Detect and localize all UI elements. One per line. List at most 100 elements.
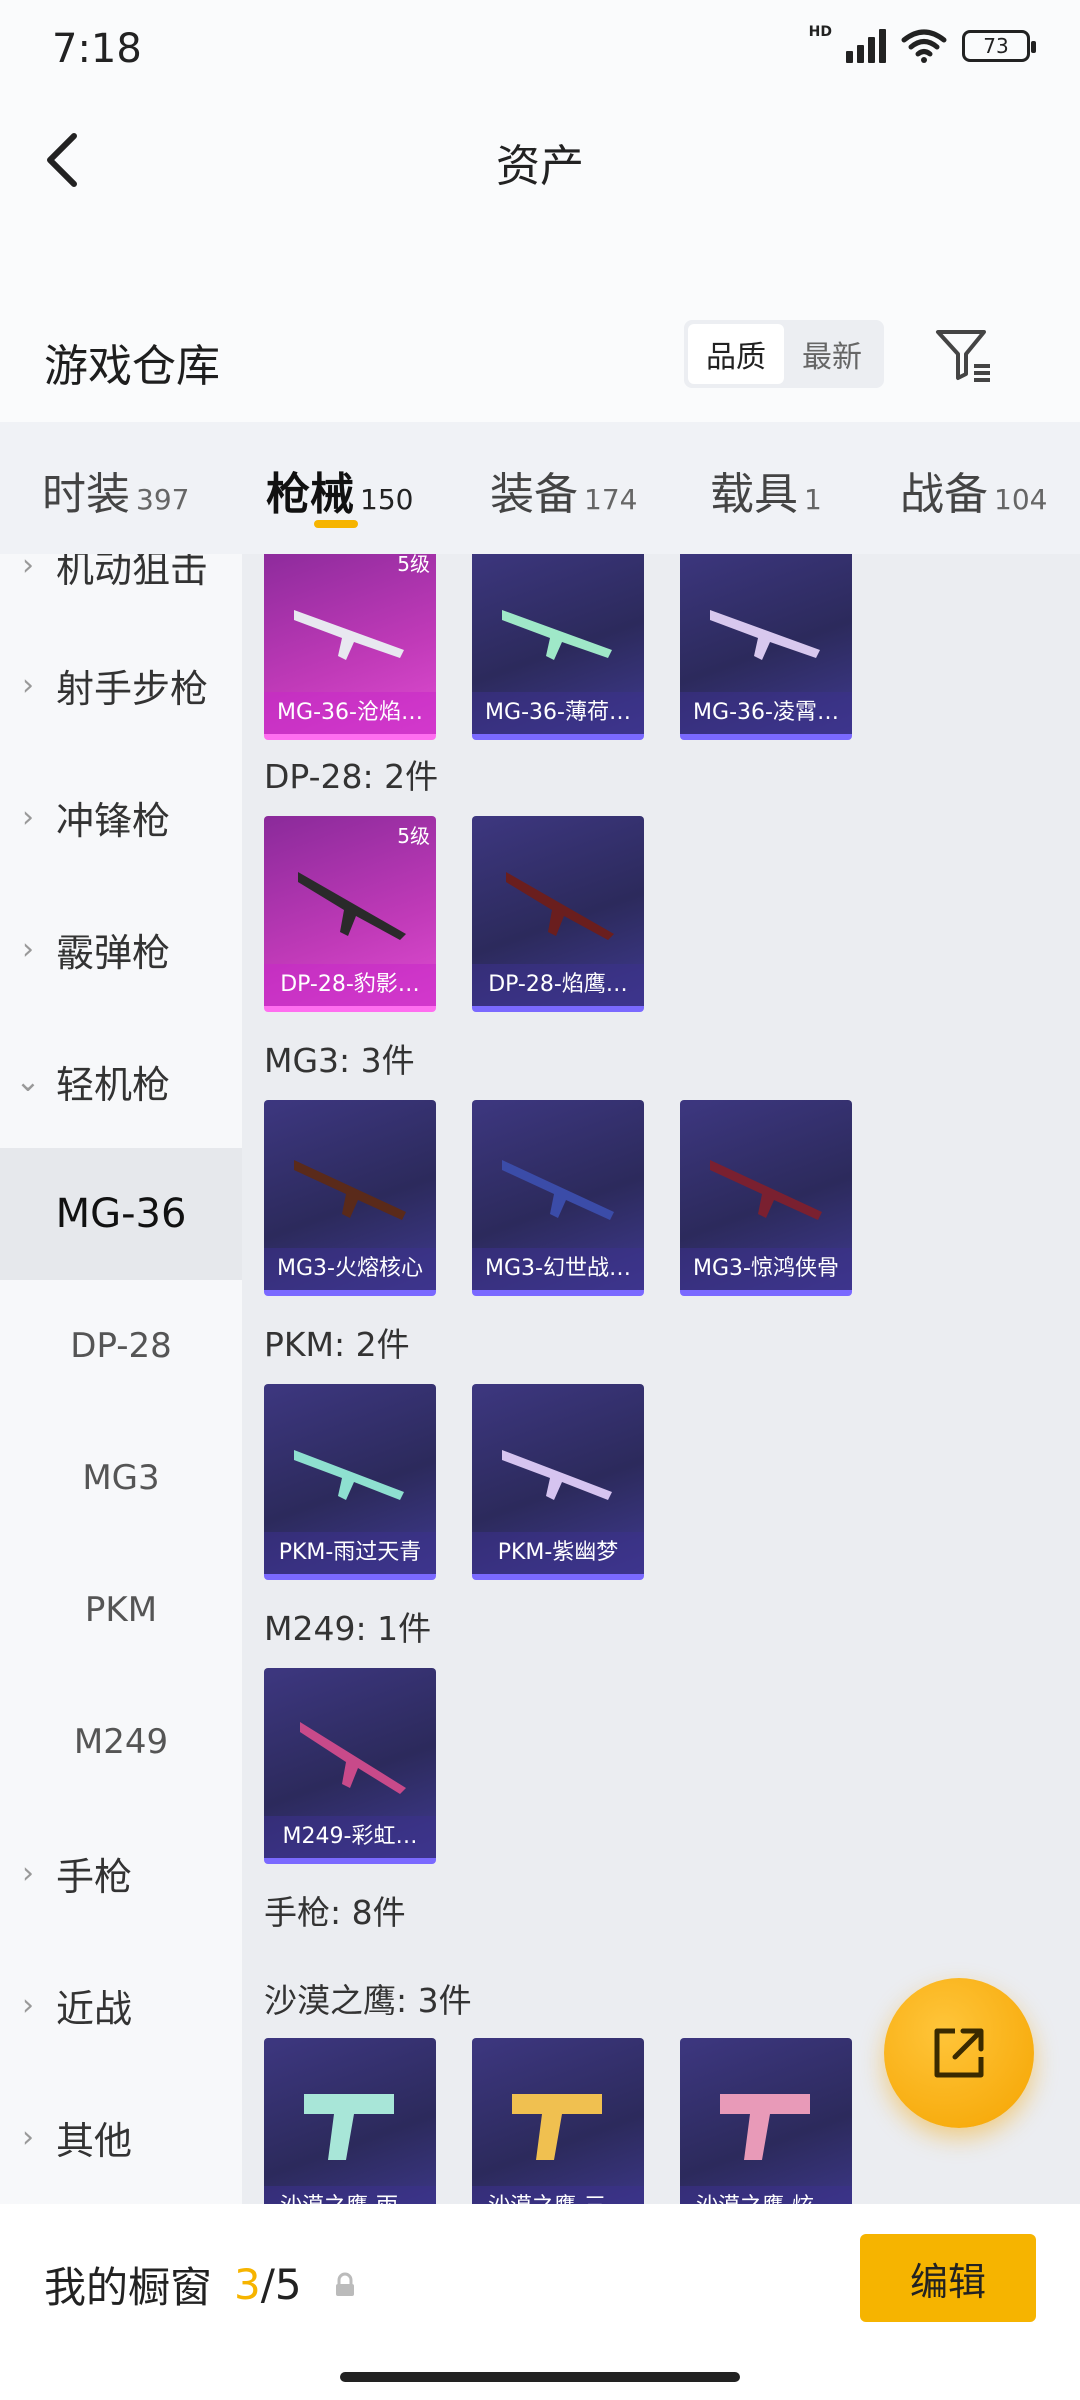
pistol-icon [512, 2094, 602, 2160]
battery-icon: 73 [962, 30, 1036, 62]
chevron-right-icon: › [22, 1855, 34, 1891]
weapon-card[interactable]: 沙漠之鹰-三… [472, 2038, 644, 2204]
rifle-icon [710, 1160, 822, 1220]
sidebar-item-melee[interactable]: › 近战 [0, 1940, 242, 2070]
weapon-name: 沙漠之鹰-三… [472, 2186, 644, 2204]
status-time: 7:18 [52, 26, 142, 72]
weapon-name: MG-36-沧焰… [264, 692, 436, 734]
share-button[interactable] [884, 1978, 1034, 2128]
weapon-card[interactable]: 沙漠之鹰-炫… [680, 2038, 852, 2204]
weapon-name: PKM-紫幽梦 [472, 1532, 644, 1574]
sidebar-item-label: 机动狙击 [56, 554, 209, 591]
weapon-card[interactable]: PKM-紫幽梦 [472, 1384, 644, 1580]
group-title: 手枪: 8件 [264, 1893, 406, 1932]
hd-indicator: HD [808, 24, 832, 40]
tab-count: 150 [360, 483, 414, 516]
showcase-total: 5 [274, 2260, 302, 2309]
sidebar-item-smg[interactable]: › 冲锋枪 [0, 752, 242, 882]
weapon-card[interactable]: PKM-雨过天青 [264, 1384, 436, 1580]
weapon-card[interactable]: MG3-惊鸿侠骨 [680, 1100, 852, 1296]
filter-icon[interactable] [932, 322, 996, 386]
sidebar-item-label: 冲锋枪 [56, 798, 171, 843]
nav-bar: 资产 [0, 100, 1080, 220]
sidebar-item-shotgun[interactable]: › 霰弹枪 [0, 884, 242, 1014]
page-title: 资产 [496, 141, 584, 192]
group-title: DP-28: 2件 [264, 757, 439, 796]
showcase-label: 我的橱窗 [44, 2263, 213, 2312]
chevron-right-icon: › [22, 1987, 34, 2023]
rifle-icon [502, 1160, 614, 1220]
chevron-right-icon: › [22, 799, 34, 835]
chevron-right-icon: › [22, 554, 34, 583]
level-badge: 5级 [397, 824, 430, 848]
sidebar-item-pistol[interactable]: › 手枪 [0, 1808, 242, 1938]
edit-button[interactable]: 编辑 [860, 2234, 1036, 2322]
active-tab-indicator [314, 520, 358, 528]
rifle-icon [710, 610, 820, 660]
weapon-name: MG-36-凌霄… [680, 692, 852, 734]
weapon-card[interactable]: 沙漠之鹰-雨… [264, 2038, 436, 2204]
sidebar-item-other[interactable]: › 其他 [0, 2072, 242, 2202]
weapon-name: MG3-惊鸿侠骨 [680, 1248, 852, 1290]
sidebar-item-lmg[interactable]: ⌄ 轻机枪 [0, 1016, 242, 1146]
sort-newest-button[interactable]: 最新 [784, 324, 880, 384]
tab-equipment[interactable]: 装备 174 [490, 422, 637, 522]
sidebar-sub-dp28[interactable]: DP-28 [0, 1280, 242, 1412]
tab-label: 装备 [490, 469, 578, 520]
rifle-icon [294, 1450, 404, 1500]
wifi-icon [901, 29, 947, 63]
tab-supplies[interactable]: 战备 104 [900, 422, 1047, 522]
weapon-grid: 5级 MG-36-沧焰… MG-36-薄荷… MG-36-凌霄… DP-28: … [242, 554, 1080, 2204]
sidebar-item-dmr[interactable]: › 机动狙击 [0, 554, 242, 630]
rifle-icon [294, 1160, 406, 1220]
pistol-icon [304, 2094, 394, 2160]
weapon-card[interactable]: MG3-火熔核心 [264, 1100, 436, 1296]
sort-quality-button[interactable]: 品质 [688, 324, 784, 384]
chevron-right-icon: › [22, 667, 34, 703]
tab-vehicles[interactable]: 载具 1 [710, 422, 822, 522]
section-title: 游戏仓库 [44, 341, 220, 392]
sidebar-sub-mg36[interactable]: MG-36 [0, 1148, 242, 1280]
weapon-card[interactable]: MG-36-薄荷… [472, 554, 644, 740]
weapon-name: MG3-火熔核心 [264, 1248, 436, 1290]
weapon-card[interactable]: M249-彩虹… [264, 1668, 436, 1864]
status-icons: HD 73 [809, 24, 1036, 64]
rifle-icon [300, 1722, 406, 1794]
sidebar-sub-m249[interactable]: M249 [0, 1676, 242, 1808]
tab-firearms[interactable]: 枪械 150 [266, 422, 414, 528]
sidebar-sub-mg3[interactable]: MG3 [0, 1412, 242, 1544]
weapon-name: DP-28-豹影… [264, 964, 436, 1006]
sidebar-item-marksman[interactable]: › 射手步枪 [0, 620, 242, 750]
sidebar-sub-pkm[interactable]: PKM [0, 1544, 242, 1676]
rifle-icon [502, 610, 612, 660]
category-tabs: 时装 397 枪械 150 装备 174 载具 1 战备 104 [0, 422, 1080, 554]
chevron-right-icon: › [22, 931, 34, 967]
showcase-separator: / [260, 2260, 275, 2309]
tab-count: 174 [584, 483, 638, 516]
chevron-right-icon: › [22, 2119, 34, 2155]
rifle-icon [506, 872, 614, 940]
weapon-name: 沙漠之鹰-雨… [264, 2186, 436, 2204]
tab-label: 战备 [900, 469, 988, 520]
home-indicator [340, 2372, 740, 2382]
weapon-name: DP-28-焰鹰… [472, 964, 644, 1006]
tab-label: 枪械 [266, 469, 354, 520]
weapon-card[interactable]: 5级 DP-28-豹影… [264, 816, 436, 1012]
weapon-card[interactable]: MG-36-凌霄… [680, 554, 852, 740]
tab-label: 载具 [710, 469, 798, 520]
weapon-card[interactable]: MG3-幻世战… [472, 1100, 644, 1296]
sidebar-item-label: 射手步枪 [56, 666, 209, 711]
rifle-icon [298, 872, 406, 940]
weapon-card[interactable]: DP-28-焰鹰… [472, 816, 644, 1012]
tab-fashion[interactable]: 时装 397 [42, 422, 189, 522]
group-title: 沙漠之鹰: 3件 [264, 1981, 472, 2020]
level-badge: 5级 [397, 554, 430, 576]
tab-count: 397 [136, 483, 190, 516]
weapon-card[interactable]: 5级 MG-36-沧焰… [264, 554, 436, 740]
showcase-info: 我的橱窗 3/5 [44, 2254, 358, 2315]
tab-label: 时装 [42, 469, 130, 520]
lock-icon [335, 2272, 354, 2296]
weapon-name: MG3-幻世战… [472, 1248, 644, 1290]
weapon-category-sidebar: › 机动狙击 › 射手步枪 › 冲锋枪 › 霰弹枪 ⌄ 轻机枪 MG-36 DP… [0, 554, 242, 2204]
weapon-name: M249-彩虹… [264, 1816, 436, 1858]
